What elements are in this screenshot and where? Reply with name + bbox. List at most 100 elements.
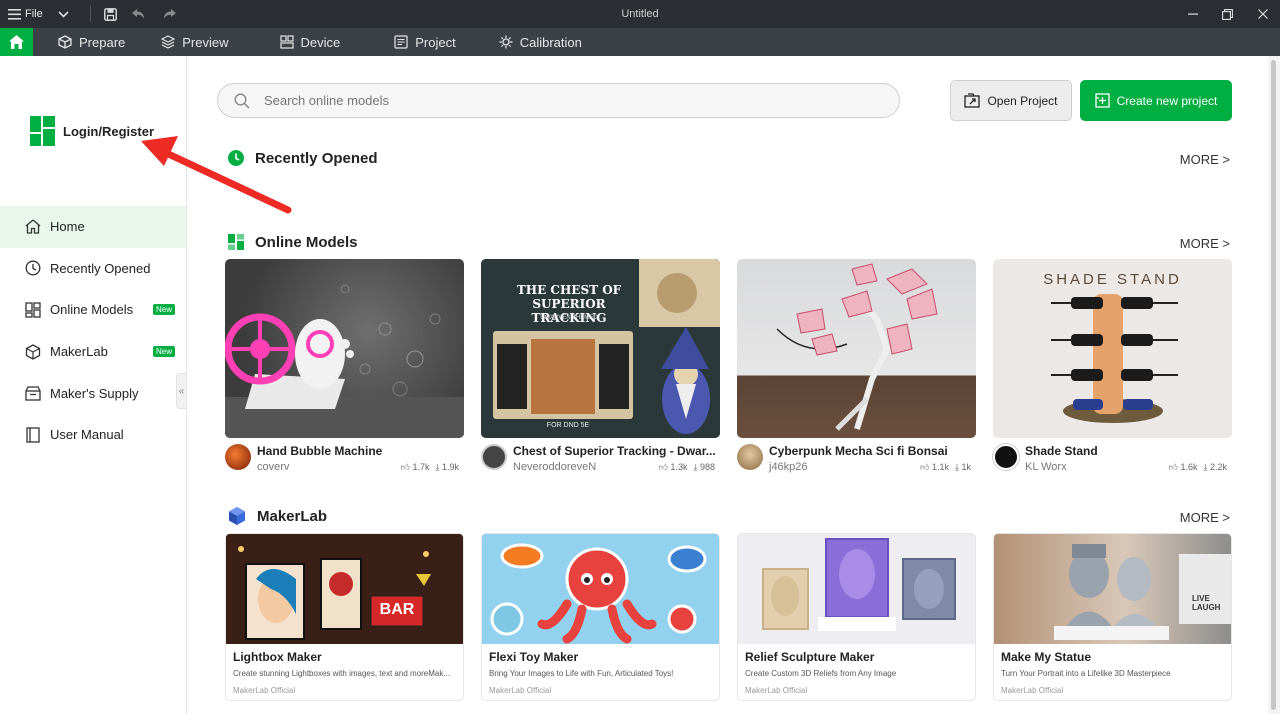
home-tab[interactable] [0, 28, 33, 56]
model-thumbnail [737, 259, 976, 438]
tab-prepare[interactable]: Prepare [58, 28, 125, 56]
tab-device[interactable]: Device [279, 28, 341, 56]
makerlab-card-description: Bring Your Images to Life with Fun, Arti… [489, 669, 674, 678]
sidebar-item-online-models[interactable]: Online Models New [0, 289, 186, 331]
open-project-icon [964, 93, 981, 108]
makerlab-card[interactable]: LIVE LAUGH Make My Statue Turn Your Port… [993, 533, 1232, 701]
tab-preview[interactable]: Preview [161, 28, 229, 56]
file-menu-label: File [25, 8, 43, 20]
login-register-link[interactable]: Login/Register [30, 116, 154, 146]
makerlab-more-link[interactable]: MORE > [1180, 510, 1230, 525]
makerlab-card-publisher: MakerLab Official [1001, 686, 1064, 695]
cube-icon [58, 35, 72, 49]
model-card[interactable]: SHADE STAND Shade Stand KL Worx 👍︎ 1.6k … [993, 259, 1232, 473]
online-models-icon [228, 234, 244, 250]
model-stats: 👍︎ 1.7k ⤓ 1.9k [401, 462, 459, 473]
recent-clock-icon [228, 150, 244, 166]
sidebar-item-user-manual[interactable]: User Manual [0, 414, 186, 456]
title-bar: File Untitled [0, 0, 1280, 28]
section-title: MakerLab [257, 507, 328, 525]
thumbs-up-icon: 👍︎ [920, 462, 930, 472]
makerlab-card[interactable]: Flexi Toy Maker Bring Your Images to Lif… [481, 533, 720, 701]
download-icon: ⤓ [435, 462, 440, 472]
makerlab-card[interactable]: BAR Lightbox Maker Create stunning Light… [225, 533, 464, 701]
double-chevron-left-icon: « [178, 385, 185, 397]
home-icon [25, 219, 41, 234]
image-text: FOR DND 5E [546, 422, 590, 429]
open-project-button[interactable]: Open Project [950, 80, 1072, 121]
file-menu[interactable]: File [0, 0, 44, 28]
search-bar[interactable] [217, 83, 900, 118]
chevron-down-icon [57, 10, 69, 18]
save-icon [103, 7, 117, 21]
new-project-icon [1094, 93, 1110, 108]
open-project-label: Open Project [987, 93, 1058, 108]
tab-calibration[interactable]: Calibration [499, 28, 582, 56]
bonsai-image [776, 263, 938, 431]
like-count: 1.6k [1180, 462, 1198, 472]
recently-opened-more-link[interactable]: MORE > [1180, 152, 1230, 167]
sidebar-item-recently-opened[interactable]: Recently Opened [0, 248, 186, 290]
restore-button[interactable] [1210, 0, 1245, 28]
close-button[interactable] [1245, 0, 1280, 28]
model-title: Shade Stand [1025, 444, 1098, 458]
sidebar: Login/Register Home Recently Opened Onli… [0, 56, 187, 714]
new-badge: New [152, 346, 175, 358]
model-card[interactable]: Hand Bubble Machine coverv 👍︎ 1.7k ⤓ 1.9… [225, 259, 464, 473]
redo-button[interactable] [155, 0, 185, 28]
model-title: Hand Bubble Machine [257, 444, 383, 458]
minimize-button[interactable] [1175, 0, 1210, 28]
calibration-icon [499, 35, 513, 49]
tab-project[interactable]: Project [394, 28, 456, 56]
sidebar-item-home[interactable]: Home [0, 206, 186, 248]
search-icon [234, 92, 250, 109]
download-count: 1k [961, 462, 971, 472]
statue-image [1054, 544, 1231, 640]
search-input[interactable] [264, 93, 864, 108]
main-scrollbar[interactable] [1268, 56, 1280, 714]
section-title: Online Models [255, 233, 358, 251]
models-icon [25, 302, 41, 318]
relief-sculpture-image [738, 534, 975, 644]
makerlab-card-description: Turn Your Portrait into a Lifelike 3D Ma… [1001, 669, 1171, 678]
undo-button[interactable] [121, 0, 155, 28]
tab-project-label: Project [415, 34, 456, 50]
makerlab-card[interactable]: Relief Sculpture Maker Create Custom 3D … [737, 533, 976, 701]
separator [90, 6, 91, 22]
model-card[interactable]: THE CHEST OF SUPERIOR TRACKING DWARVEN T… [481, 259, 720, 473]
section-title: Recently Opened [255, 149, 378, 167]
redo-icon [164, 9, 176, 19]
makerlab-thumbnail [738, 534, 975, 644]
sidebar-item-makers-supply[interactable]: Maker's Supply [0, 372, 186, 414]
makerlab-thumbnail: LIVE LAUGH [994, 534, 1231, 644]
supply-icon [25, 386, 41, 401]
sidebar-menu: Home Recently Opened Online Models New M… [0, 206, 186, 456]
main-nav-bar: Prepare Preview Device Project Calibrati… [0, 28, 1280, 56]
sidebar-collapse-handle[interactable]: « [176, 373, 186, 409]
makerlab-card-title: Make My Statue [1001, 650, 1092, 664]
sidebar-item-label: Maker's Supply [50, 385, 139, 401]
create-new-project-button[interactable]: Create new project [1080, 80, 1232, 121]
image-text: LIVE LAUGH [1192, 594, 1221, 612]
save-button[interactable] [99, 0, 121, 28]
create-new-project-label: Create new project [1116, 93, 1218, 108]
file-dropdown-button[interactable] [44, 0, 82, 28]
model-card[interactable]: Cyberpunk Mecha Sci fi Bonsai j46kp26 👍︎… [737, 259, 976, 473]
makerlab-card-title: Lightbox Maker [233, 650, 322, 664]
download-icon: ⤓ [693, 462, 698, 472]
makerlab-header: MakerLab [227, 506, 327, 526]
download-count: 988 [699, 462, 715, 472]
makerlab-card-title: Relief Sculpture Maker [745, 650, 875, 664]
sidebar-item-makerlab[interactable]: MakerLab New [0, 331, 186, 373]
makerlab-cube-icon [229, 507, 245, 525]
model-stats: 👍︎ 1.3k ⤓ 988 [659, 462, 715, 473]
window-controls [1175, 0, 1280, 28]
scrollbar-thumb[interactable] [1271, 60, 1276, 710]
download-count: 1.9k [441, 462, 459, 472]
tab-device-label: Device [300, 34, 341, 50]
online-models-more-link[interactable]: MORE > [1180, 236, 1230, 251]
online-models-list: Hand Bubble Machine coverv 👍︎ 1.7k ⤓ 1.9… [225, 259, 1232, 473]
makerlab-card-publisher: MakerLab Official [745, 686, 808, 695]
minimize-icon [1187, 13, 1198, 15]
author-avatar [737, 444, 763, 470]
